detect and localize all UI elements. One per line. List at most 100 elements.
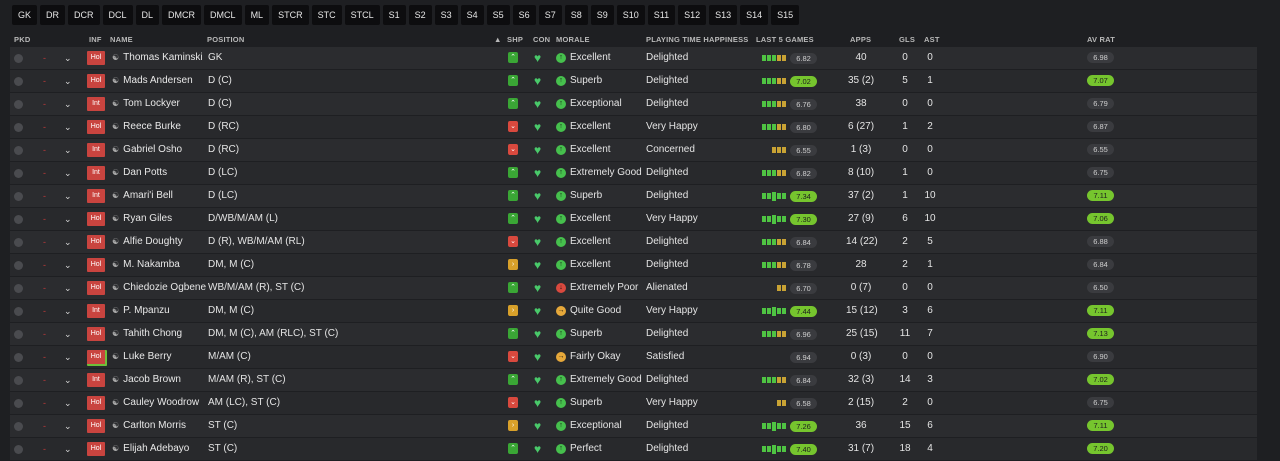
- table-row[interactable]: - ⌄ Int ☯ Jacob Brown M/AM (R), ST (C) ⌃ ♥ ↑ Extr…: [10, 369, 1257, 392]
- pkd-checkbox[interactable]: [14, 139, 26, 161]
- info-badge[interactable]: Hol: [87, 51, 105, 65]
- position-filter-s2[interactable]: S2: [408, 5, 432, 25]
- position-filter-s10[interactable]: S10: [616, 5, 645, 25]
- position-filter-s1[interactable]: S1: [382, 5, 406, 25]
- table-row[interactable]: - ⌄ Int ☯ P. Mpanzu DM, M (C) › ♥ → Quite Good Ver…: [10, 300, 1257, 323]
- info-badge[interactable]: Hol: [87, 350, 107, 366]
- pkd-checkbox[interactable]: [14, 254, 26, 276]
- position-filter-s9[interactable]: S9: [590, 5, 614, 25]
- info-badge[interactable]: Int: [87, 189, 105, 203]
- pkd-checkbox[interactable]: [14, 162, 26, 184]
- table-row[interactable]: - ⌄ Int ☯ Gabriel Osho D (RC) ⌄ ♥ ↑ Excellent Conc…: [10, 139, 1257, 162]
- position-filter-stc[interactable]: STC: [311, 5, 342, 25]
- player-name[interactable]: Tahith Chong: [123, 323, 182, 345]
- player-name[interactable]: Dan Potts: [123, 162, 167, 184]
- player-name-cell[interactable]: ☯ Alfie Doughty: [112, 231, 183, 253]
- header-con[interactable]: CON: [533, 35, 550, 44]
- player-name-cell[interactable]: ☯ Tahith Chong: [112, 323, 182, 345]
- player-name-cell[interactable]: ☯ Reece Burke: [112, 116, 181, 138]
- position-filter-dl[interactable]: DL: [135, 5, 160, 25]
- player-name-cell[interactable]: ☯ Ryan Giles: [112, 208, 172, 230]
- table-row[interactable]: - ⌄ Hol ☯ Carlton Morris ST (C) › ♥ ↑ Exceptional…: [10, 415, 1257, 438]
- position-filter-dcl[interactable]: DCL: [102, 5, 133, 25]
- row-dropdown[interactable]: ⌄: [64, 47, 74, 69]
- position-filter-dr[interactable]: DR: [40, 5, 66, 25]
- player-name[interactable]: Chiedozie Ogbene: [123, 277, 206, 299]
- player-name[interactable]: P. Mpanzu: [123, 300, 170, 322]
- row-dropdown[interactable]: ⌄: [64, 392, 74, 414]
- player-name-cell[interactable]: ☯ Tom Lockyer: [112, 93, 180, 115]
- position-filter-s5[interactable]: S5: [486, 5, 510, 25]
- info-badge[interactable]: Hol: [87, 235, 105, 249]
- row-dropdown[interactable]: ⌄: [64, 208, 74, 230]
- position-filter-s7[interactable]: S7: [538, 5, 562, 25]
- row-dropdown[interactable]: ⌄: [64, 139, 74, 161]
- header-av-rat[interactable]: AV RAT: [1087, 35, 1115, 44]
- player-name[interactable]: Cauley Woodrow: [123, 392, 199, 414]
- row-dropdown[interactable]: ⌄: [64, 438, 74, 460]
- info-badge[interactable]: Hol: [87, 120, 105, 134]
- info-badge[interactable]: Int: [87, 97, 105, 111]
- info-badge[interactable]: Hol: [87, 419, 105, 433]
- info-badge[interactable]: Hol: [87, 281, 105, 295]
- table-row[interactable]: - ⌄ Hol ☯ Cauley Woodrow AM (LC), ST (C) ⌄ ♥ ↑ Su…: [10, 392, 1257, 415]
- header-shp[interactable]: SHP: [507, 35, 523, 44]
- pkd-checkbox[interactable]: [14, 369, 26, 391]
- pkd-checkbox[interactable]: [14, 208, 26, 230]
- table-row[interactable]: - ⌄ Hol ☯ Tahith Chong DM, M (C), AM (RLC), S…: [10, 323, 1257, 346]
- header-apps[interactable]: APPS: [850, 35, 871, 44]
- position-filter-dmcl[interactable]: DMCL: [204, 5, 242, 25]
- position-filter-s11[interactable]: S11: [647, 5, 676, 25]
- player-name-cell[interactable]: ☯ Carlton Morris: [112, 415, 186, 437]
- info-badge[interactable]: Hol: [87, 396, 105, 410]
- table-row[interactable]: - ⌄ Int ☯ Tom Lockyer D (C) ⌃ ♥ ↑ Exceptional Deli…: [10, 93, 1257, 116]
- row-dropdown[interactable]: ⌄: [64, 70, 74, 92]
- player-name-cell[interactable]: ☯ Jacob Brown: [112, 369, 181, 391]
- header-pkd[interactable]: PKD: [14, 35, 30, 44]
- position-filter-s15[interactable]: S15: [771, 5, 800, 25]
- player-name[interactable]: Alfie Doughty: [123, 231, 182, 253]
- table-row[interactable]: - ⌄ Hol ☯ Reece Burke D (RC) ⌄ ♥ ↑ Excellent Very …: [10, 116, 1257, 139]
- row-dropdown[interactable]: ⌄: [64, 254, 74, 276]
- row-dropdown[interactable]: ⌄: [64, 231, 74, 253]
- player-name-cell[interactable]: ☯ P. Mpanzu: [112, 300, 170, 322]
- position-filter-ml[interactable]: ML: [244, 5, 270, 25]
- player-name-cell[interactable]: ☯ Luke Berry: [112, 346, 172, 368]
- table-row[interactable]: - ⌄ Hol ☯ Thomas Kaminski GK ⌃ ♥ ↑ Excellent Delig…: [10, 47, 1257, 70]
- row-dropdown[interactable]: ⌄: [64, 185, 74, 207]
- table-row[interactable]: - ⌄ Hol ☯ Alfie Doughty D (R), WB/M/AM (RL) ⌄ ♥…: [10, 231, 1257, 254]
- info-badge[interactable]: Int: [87, 373, 105, 387]
- position-filter-s4[interactable]: S4: [460, 5, 484, 25]
- player-name[interactable]: Ryan Giles: [123, 208, 172, 230]
- pkd-checkbox[interactable]: [14, 70, 26, 92]
- table-row[interactable]: - ⌄ Int ☯ Dan Potts D (LC) ⌃ ♥ ↑ Extremely Good De…: [10, 162, 1257, 185]
- pkd-checkbox[interactable]: [14, 415, 26, 437]
- header-ast[interactable]: AST: [924, 35, 940, 44]
- row-dropdown[interactable]: ⌄: [64, 116, 74, 138]
- position-filter-stcr[interactable]: STCR: [272, 5, 309, 25]
- pkd-checkbox[interactable]: [14, 392, 26, 414]
- header-last-5-games[interactable]: LAST 5 GAMES: [756, 35, 814, 44]
- player-name-cell[interactable]: ☯ Dan Potts: [112, 162, 167, 184]
- info-badge[interactable]: Hol: [87, 212, 105, 226]
- header-name[interactable]: NAME: [110, 35, 133, 44]
- pkd-checkbox[interactable]: [14, 277, 26, 299]
- player-name[interactable]: Mads Andersen: [123, 70, 193, 92]
- table-row[interactable]: - ⌄ Hol ☯ M. Nakamba DM, M (C) › ♥ ↑ Excellent Del…: [10, 254, 1257, 277]
- player-name-cell[interactable]: ☯ Gabriel Osho: [112, 139, 182, 161]
- player-name[interactable]: Gabriel Osho: [123, 139, 182, 161]
- position-filter-s14[interactable]: S14: [740, 5, 769, 25]
- player-name[interactable]: Reece Burke: [123, 116, 181, 138]
- row-dropdown[interactable]: ⌄: [64, 277, 74, 299]
- pkd-checkbox[interactable]: [14, 47, 26, 69]
- pkd-checkbox[interactable]: [14, 323, 26, 345]
- player-name[interactable]: Thomas Kaminski: [123, 47, 202, 69]
- pkd-checkbox[interactable]: [14, 116, 26, 138]
- player-name-cell[interactable]: ☯ Amari'i Bell: [112, 185, 173, 207]
- pkd-checkbox[interactable]: [14, 185, 26, 207]
- header-inf[interactable]: INF: [89, 35, 102, 44]
- position-filter-s13[interactable]: S13: [709, 5, 738, 25]
- pkd-checkbox[interactable]: [14, 346, 26, 368]
- row-dropdown[interactable]: ⌄: [64, 93, 74, 115]
- row-dropdown[interactable]: ⌄: [64, 162, 74, 184]
